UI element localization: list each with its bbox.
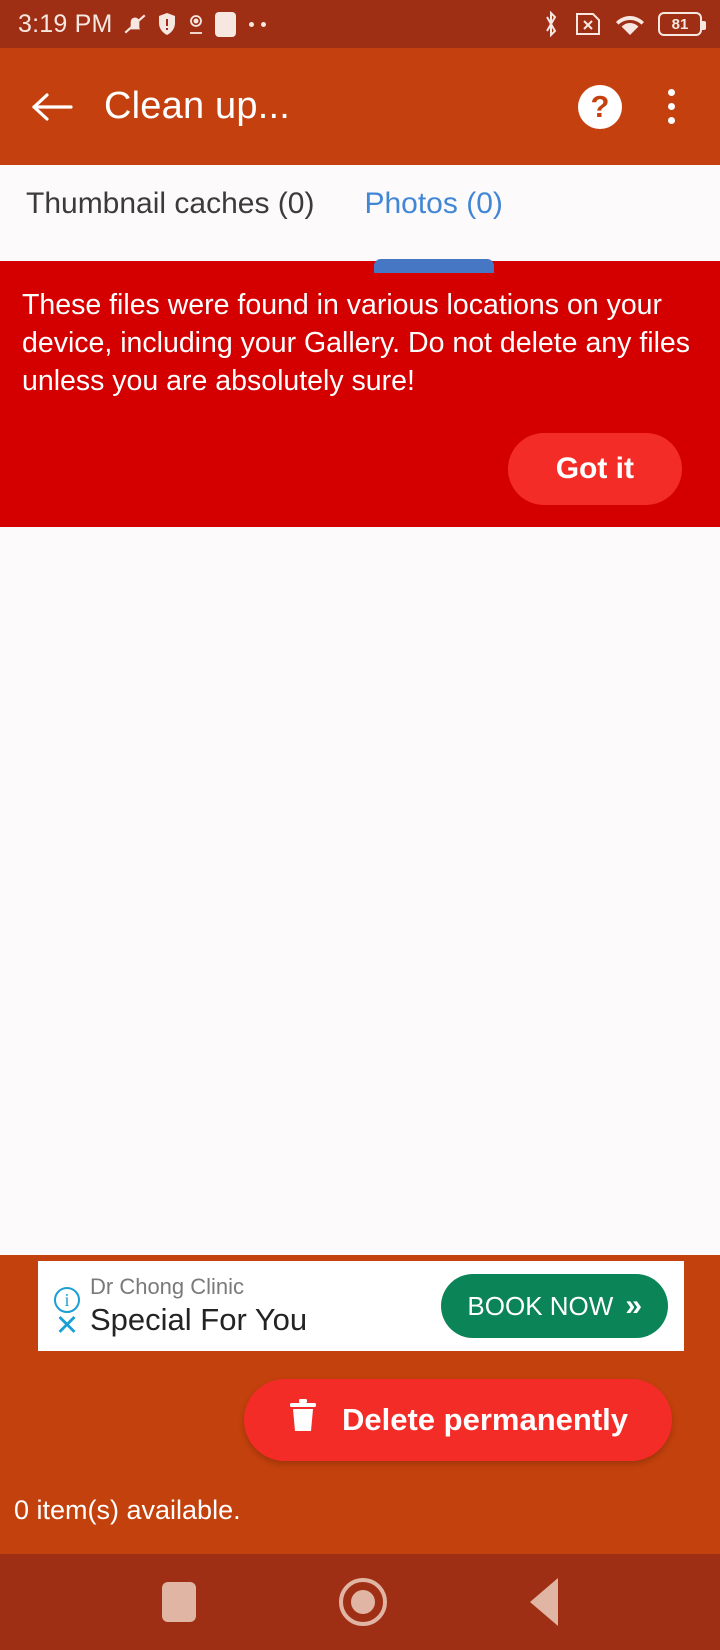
items-available-status: 0 item(s) available.: [14, 1495, 241, 1525]
delete-button-row: Delete permanently: [0, 1357, 720, 1461]
back-arrow-icon[interactable]: [26, 81, 78, 133]
warning-banner-text: These files were found in various locati…: [22, 289, 690, 397]
ad-close-icon[interactable]: ✕: [55, 1312, 79, 1341]
tab-thumbnail-caches[interactable]: Thumbnail caches (0): [26, 187, 314, 261]
tab-bar: Thumbnail caches (0) Photos (0): [0, 165, 720, 273]
app-bar: Clean up... ?: [0, 48, 720, 165]
photos-list-empty-area: [0, 526, 720, 1255]
got-it-button[interactable]: Got it: [507, 432, 682, 505]
bottom-action-area: Delete permanently 0 item(s) available.: [0, 1357, 720, 1554]
ad-container: i ✕ Dr Chong Clinic Special For You BOOK…: [0, 1255, 720, 1357]
ad-advertiser: Dr Chong Clinic: [90, 1273, 245, 1299]
location-pin-icon: [186, 12, 206, 36]
status-clock: 3:19 PM: [18, 9, 113, 38]
tab-photos-label: Photos (0): [364, 187, 503, 220]
battery-level: 81: [671, 15, 689, 33]
ad-badges: i ✕: [50, 1287, 84, 1341]
no-sim-icon: [574, 11, 602, 37]
ad-book-now-button[interactable]: BOOK NOW »: [441, 1274, 668, 1338]
phone-screen: 3:19 PM 81 Clean up... ? Thumbnail cache…: [0, 0, 720, 1650]
trash-icon: [288, 1399, 318, 1441]
ad-cta-label: BOOK NOW: [467, 1290, 614, 1321]
bluetooth-icon: [541, 10, 561, 38]
delete-permanently-label: Delete permanently: [342, 1402, 628, 1437]
home-circle-icon[interactable]: [338, 1578, 387, 1626]
battery-icon: 81: [658, 12, 706, 36]
status-bar-left: 3:19 PM: [18, 10, 541, 39]
screenshot-square-icon: [214, 11, 236, 37]
ad-headline: Special For You: [90, 1302, 308, 1338]
warning-banner-actions: Got it: [22, 432, 698, 505]
wifi-icon: [615, 11, 645, 37]
tab-active-indicator: [373, 259, 494, 273]
recents-square-icon[interactable]: [161, 1582, 196, 1622]
tab-thumbnail-caches-label: Thumbnail caches (0): [26, 187, 315, 220]
back-triangle-icon[interactable]: [530, 1578, 559, 1626]
ad-banner[interactable]: i ✕ Dr Chong Clinic Special For You BOOK…: [38, 1261, 684, 1351]
more-dots-icon: [248, 21, 266, 27]
mute-bell-icon: [122, 11, 148, 37]
overflow-menu-icon[interactable]: [656, 85, 686, 129]
page-title: Clean up...: [104, 85, 290, 127]
ad-text-block: Dr Chong Clinic Special For You: [90, 1274, 441, 1338]
double-chevron-right-icon: »: [625, 1289, 642, 1322]
status-bar-right: 81: [541, 10, 706, 38]
shield-icon: [157, 12, 177, 36]
tab-photos[interactable]: Photos (0): [364, 187, 503, 273]
help-question-icon[interactable]: ?: [578, 84, 622, 129]
system-navigation-bar: [0, 1554, 720, 1650]
status-bar: 3:19 PM 81: [0, 0, 720, 48]
help-glyph: ?: [590, 89, 610, 124]
delete-permanently-button[interactable]: Delete permanently: [244, 1379, 672, 1461]
warning-banner: These files were found in various locati…: [0, 261, 720, 527]
